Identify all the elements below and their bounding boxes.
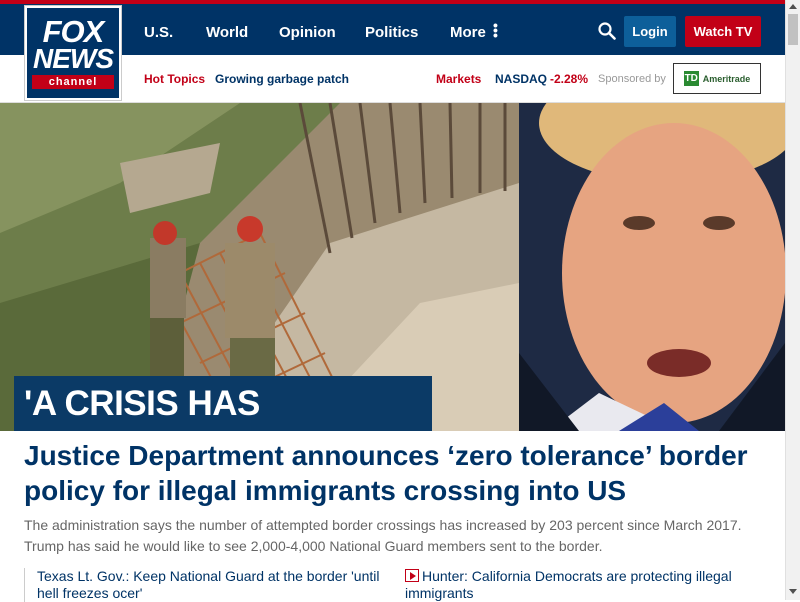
td-mark: TD bbox=[683, 71, 699, 86]
login-button[interactable]: Login bbox=[624, 16, 676, 47]
hot-topics-label: Hot Topics bbox=[144, 72, 206, 86]
article-summary: The administration says the number of at… bbox=[24, 517, 742, 554]
article-headline[interactable]: Justice Department announces ‘zero toler… bbox=[24, 438, 774, 508]
related-link-text[interactable]: Hunter: California Democrats are protect… bbox=[405, 568, 732, 601]
nav-us[interactable]: U.S. bbox=[144, 24, 173, 41]
scroll-down-arrow-icon[interactable] bbox=[789, 589, 797, 594]
logo-text-channel: channel bbox=[32, 74, 114, 89]
portrait-photo bbox=[519, 103, 785, 431]
more-vertical-dots-icon[interactable]: • • • bbox=[493, 18, 499, 42]
nasdaq-label[interactable]: NASDAQ bbox=[495, 72, 547, 86]
nav-opinion[interactable]: Opinion bbox=[279, 24, 336, 41]
nasdaq-change: -2.28% bbox=[550, 72, 589, 86]
hot-topic-link[interactable]: Growing garbage patch bbox=[215, 72, 349, 86]
play-icon bbox=[405, 569, 419, 582]
vertical-scrollbar[interactable] bbox=[785, 0, 800, 600]
sponsor-name: Ameritrade bbox=[702, 73, 751, 84]
scrollbar-thumb[interactable] bbox=[788, 14, 798, 45]
sponsored-by-label: Sponsored by bbox=[598, 73, 666, 85]
logo-text-fox: FOX bbox=[42, 13, 105, 49]
logo-text-news: NEWS bbox=[33, 42, 114, 74]
nav-world[interactable]: World bbox=[206, 24, 248, 41]
related-video-link[interactable]: Hunter: California Democrats are protect… bbox=[405, 568, 765, 602]
hero-banner-text[interactable]: 'A CRISIS HAS ERUPTED' bbox=[14, 376, 432, 478]
related-link-text[interactable]: Texas Lt. Gov.: Keep National Guard at t… bbox=[37, 568, 380, 601]
nav-politics[interactable]: Politics bbox=[365, 24, 418, 41]
nav-more[interactable]: More bbox=[450, 24, 486, 41]
search-icon[interactable] bbox=[598, 22, 616, 40]
markets-link[interactable]: Markets bbox=[436, 72, 481, 86]
sponsor-logo[interactable]: TD Ameritrade bbox=[673, 63, 761, 94]
related-link[interactable]: Texas Lt. Gov.: Keep National Guard at t… bbox=[24, 568, 384, 602]
scroll-up-arrow-icon[interactable] bbox=[789, 4, 797, 9]
watch-tv-button[interactable]: Watch TV bbox=[685, 16, 761, 47]
fox-news-logo[interactable]: FOX NEWS channel bbox=[24, 5, 122, 101]
